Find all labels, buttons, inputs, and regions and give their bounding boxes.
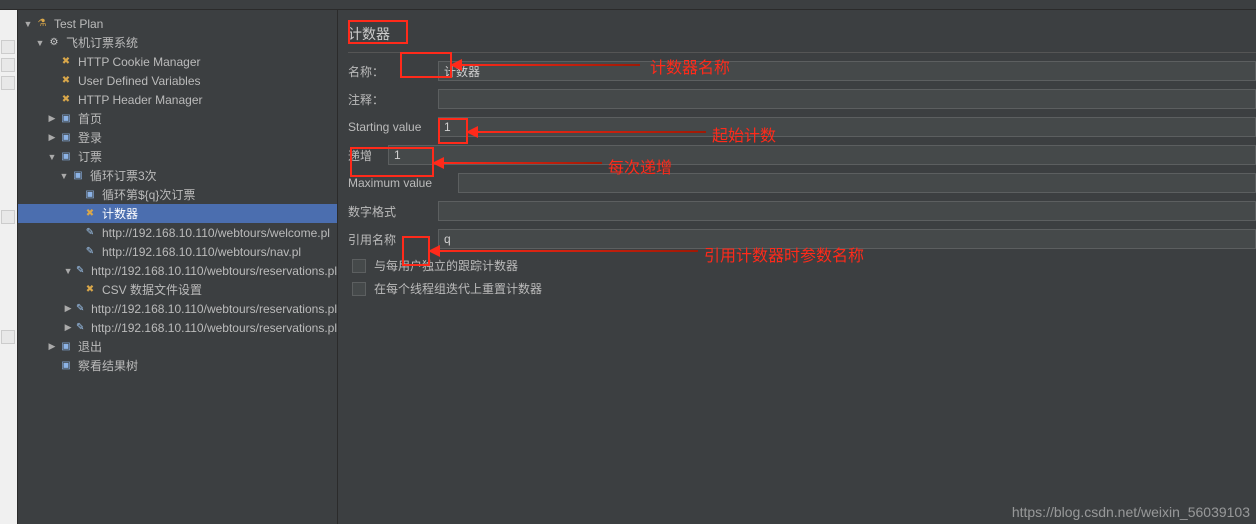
panel-title: 计数器 <box>348 20 1256 52</box>
tree-item[interactable]: ▼ ▣ 循环订票3次 <box>18 166 337 185</box>
ref-input[interactable] <box>438 229 1256 249</box>
folder-icon: ▣ <box>58 111 74 127</box>
tree-label: 察看结果树 <box>78 357 138 374</box>
folder-icon: ▣ <box>58 358 74 374</box>
tree-panel[interactable]: ▼ ⚗ Test Plan ▼ ⚙ 飞机订票系统 ✖ HTTP Cookie M… <box>18 10 338 524</box>
folder-icon: ▣ <box>82 187 98 203</box>
folder-icon: ▣ <box>70 168 86 184</box>
tree-item[interactable]: ▶ ✎ http://192.168.10.110/webtours/reser… <box>18 299 337 318</box>
divider <box>348 52 1256 53</box>
checkbox-per-user[interactable]: 与每用户独立的跟踪计数器 <box>352 257 1256 274</box>
tree-item[interactable]: ✖ User Defined Variables <box>18 71 337 90</box>
tree-item[interactable]: ▼ ⚙ 飞机订票系统 <box>18 33 337 52</box>
counter-panel: 计数器 名称： 注释： Starting value 递增 Maximum va… <box>338 10 1256 524</box>
wrench-icon: ✖ <box>58 73 74 89</box>
tree-label: User Defined Variables <box>78 74 201 88</box>
chk1-label: 与每用户独立的跟踪计数器 <box>374 257 518 274</box>
folder-icon: ▣ <box>58 149 74 165</box>
checkbox-reset[interactable]: 在每个线程组迭代上重置计数器 <box>352 280 1256 297</box>
pipette-icon: ✎ <box>73 263 87 279</box>
pipette-icon: ✎ <box>73 320 87 336</box>
tree-label: 飞机订票系统 <box>66 34 138 51</box>
gutter-mark <box>1 330 15 344</box>
tree-label: 计数器 <box>102 205 138 222</box>
tree-item[interactable]: ✖ CSV 数据文件设置 <box>18 280 337 299</box>
tree-root[interactable]: ▼ ⚗ Test Plan <box>18 14 337 33</box>
comment-input[interactable] <box>438 89 1256 109</box>
comment-label: 注释： <box>348 91 438 108</box>
gear-icon: ⚙ <box>46 35 62 51</box>
ref-label: 引用名称 <box>348 231 438 248</box>
incr-label: 递增 <box>348 147 388 164</box>
tree-label: 退出 <box>78 338 102 355</box>
tree-item[interactable]: ✎ http://192.168.10.110/webtours/nav.pl <box>18 242 337 261</box>
tree-item[interactable]: ▼ ▣ 订票 <box>18 147 337 166</box>
tree-label: http://192.168.10.110/webtours/nav.pl <box>102 245 301 259</box>
tree-label: http://192.168.10.110/webtours/welcome.p… <box>102 226 330 240</box>
gutter-mark <box>1 40 15 54</box>
wrench-icon: ✖ <box>58 92 74 108</box>
gutter-mark <box>1 76 15 90</box>
left-gutter <box>0 10 18 524</box>
tree-label: 循环第${q}次订票 <box>102 186 195 203</box>
pipette-icon: ✎ <box>82 244 98 260</box>
name-label: 名称： <box>348 63 438 80</box>
tree-item[interactable]: ▣ 循环第${q}次订票 <box>18 185 337 204</box>
pipette-icon: ✎ <box>82 225 98 241</box>
tree-item[interactable]: ▣ 察看结果树 <box>18 356 337 375</box>
tree-item-counter[interactable]: ✖ 计数器 <box>18 204 337 223</box>
tree-label: http://192.168.10.110/webtours/reservati… <box>91 264 337 278</box>
toolbar <box>0 0 1256 10</box>
chk2-label: 在每个线程组迭代上重置计数器 <box>374 280 542 297</box>
beaker-icon: ⚗ <box>34 16 50 32</box>
gutter-mark <box>1 58 15 72</box>
tree-item[interactable]: ✎ http://192.168.10.110/webtours/welcome… <box>18 223 337 242</box>
tree-item[interactable]: ▼ ✎ http://192.168.10.110/webtours/reser… <box>18 261 337 280</box>
wrench-icon: ✖ <box>82 282 98 298</box>
name-input[interactable] <box>438 61 1256 81</box>
tree-item[interactable]: ▶ ▣ 登录 <box>18 128 337 147</box>
tree-label: 订票 <box>78 148 102 165</box>
tree-label: 登录 <box>78 129 102 146</box>
format-label: 数字格式 <box>348 203 438 220</box>
format-input[interactable] <box>438 201 1256 221</box>
tree-label: 循环订票3次 <box>90 167 157 184</box>
wrench-icon: ✖ <box>58 54 74 70</box>
tree-item[interactable]: ✖ HTTP Header Manager <box>18 90 337 109</box>
tree-label: http://192.168.10.110/webtours/reservati… <box>91 302 337 316</box>
wrench-icon: ✖ <box>82 206 98 222</box>
tree-label: CSV 数据文件设置 <box>102 281 202 298</box>
checkbox-icon[interactable] <box>352 282 366 296</box>
start-label: Starting value <box>348 120 438 134</box>
tree-item[interactable]: ▶ ✎ http://192.168.10.110/webtours/reser… <box>18 318 337 337</box>
tree-label: http://192.168.10.110/webtours/reservati… <box>91 321 337 335</box>
tree-label: 首页 <box>78 110 102 127</box>
checkbox-icon[interactable] <box>352 259 366 273</box>
tree-label: Test Plan <box>54 17 103 31</box>
folder-icon: ▣ <box>58 339 74 355</box>
max-input[interactable] <box>458 173 1256 193</box>
incr-input[interactable] <box>388 145 1256 165</box>
tree-item[interactable]: ▶ ▣ 首页 <box>18 109 337 128</box>
tree-label: HTTP Cookie Manager <box>78 55 201 69</box>
tree-item[interactable]: ▶ ▣ 退出 <box>18 337 337 356</box>
max-label: Maximum value <box>348 176 458 190</box>
tree-item[interactable]: ✖ HTTP Cookie Manager <box>18 52 337 71</box>
start-input[interactable] <box>438 117 1256 137</box>
tree-label: HTTP Header Manager <box>78 93 203 107</box>
pipette-icon: ✎ <box>73 301 87 317</box>
gutter-mark <box>1 210 15 224</box>
folder-icon: ▣ <box>58 130 74 146</box>
